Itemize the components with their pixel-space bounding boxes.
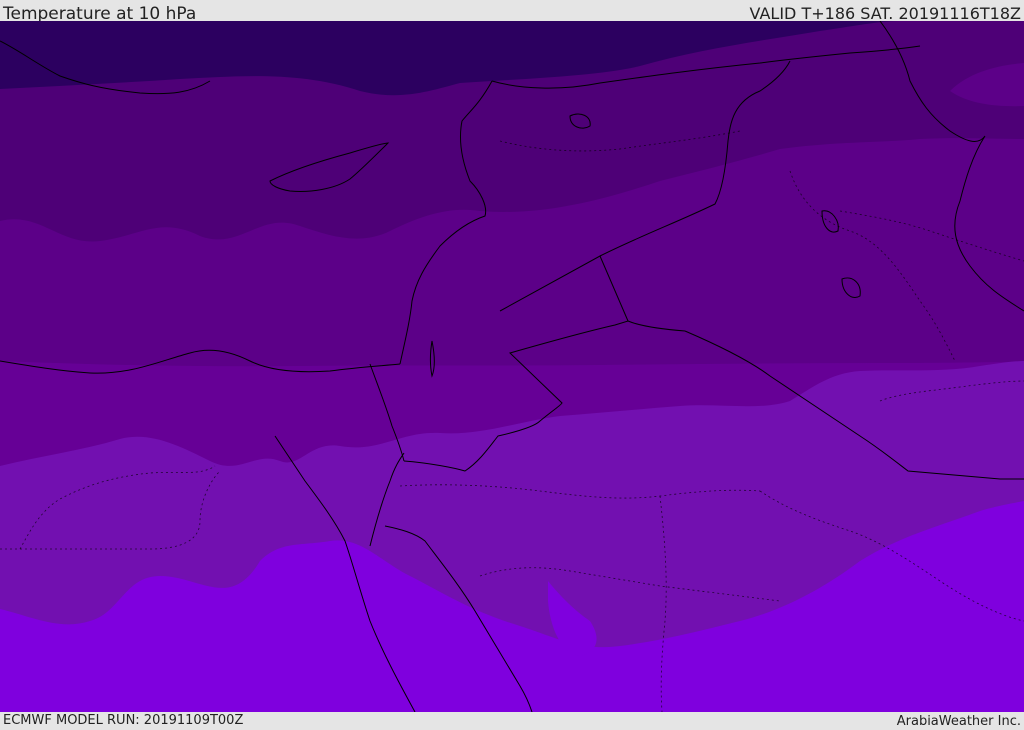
header-bar: Temperature at 10 hPa VALID T+186 SAT. 2…	[0, 0, 1024, 24]
credit-label: ArabiaWeather Inc.	[896, 714, 1021, 729]
footer-bar: ECMWF MODEL RUN: 20191109T00Z ArabiaWeat…	[0, 712, 1024, 729]
temperature-map[interactable]	[0, 21, 1024, 712]
model-run-label: ECMWF MODEL RUN: 20191109T00Z	[3, 713, 244, 728]
map-canvas	[0, 21, 1024, 712]
